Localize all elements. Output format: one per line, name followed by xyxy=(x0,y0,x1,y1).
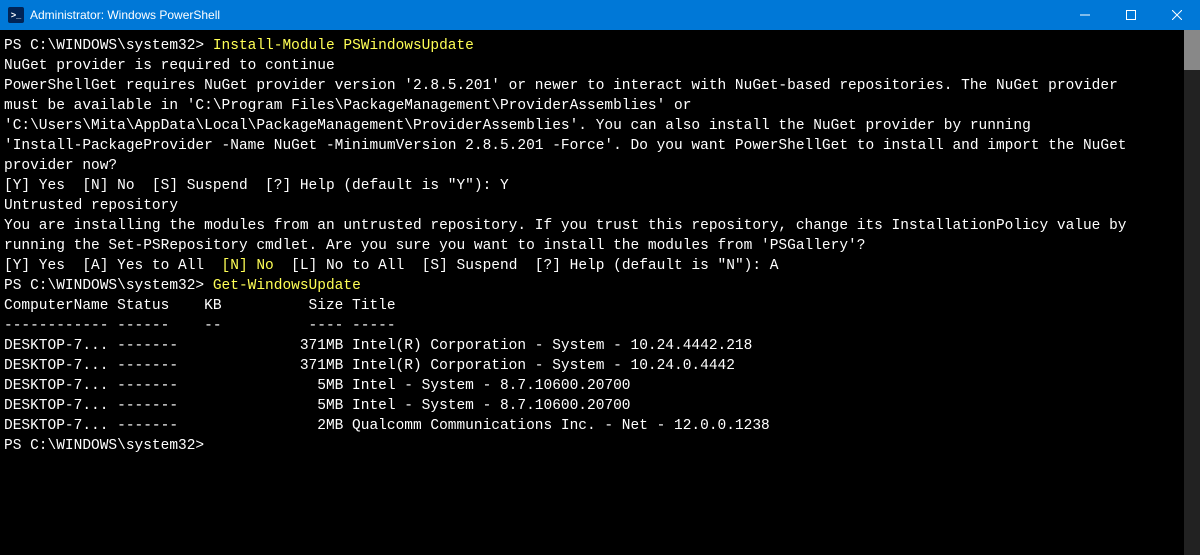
vertical-scrollbar[interactable] xyxy=(1184,30,1200,555)
table-row: DESKTOP-7... ------- 5MB Intel - System … xyxy=(4,396,1196,416)
scrollbar-thumb[interactable] xyxy=(1184,30,1200,70)
prompt: PS C:\WINDOWS\system32> xyxy=(4,278,213,294)
output-line: 'C:\Users\Mita\AppData\Local\PackageMana… xyxy=(4,116,1196,136)
terminal-output[interactable]: PS C:\WINDOWS\system32> Install-Module P… xyxy=(0,30,1200,555)
maximize-button[interactable] xyxy=(1108,0,1154,30)
table-divider: ------------ ------ -- ---- ----- xyxy=(4,316,1196,336)
prompt-choice-segment: [L] No to All [S] Suspend [?] Help (defa… xyxy=(274,258,779,274)
output-line: PowerShellGet requires NuGet provider ve… xyxy=(4,76,1196,96)
minimize-button[interactable] xyxy=(1062,0,1108,30)
command-text: Get-WindowsUpdate xyxy=(213,278,361,294)
table-header: ComputerName Status KB Size Title xyxy=(4,296,1196,316)
table-row: DESKTOP-7... ------- 371MB Intel(R) Corp… xyxy=(4,356,1196,376)
output-line: Untrusted repository xyxy=(4,196,1196,216)
table-row: DESKTOP-7... ------- 371MB Intel(R) Corp… xyxy=(4,336,1196,356)
prompt-choice-segment: [Y] Yes [A] Yes to All xyxy=(4,258,222,274)
powershell-icon: >_ xyxy=(8,7,24,23)
command-text: Install-Module PSWindowsUpdate xyxy=(213,38,474,54)
table-row: DESKTOP-7... ------- 2MB Qualcomm Commun… xyxy=(4,416,1196,436)
window-title: Administrator: Windows PowerShell xyxy=(30,8,220,22)
prompt-choice-default-no: [N] No xyxy=(222,258,274,274)
close-button[interactable] xyxy=(1154,0,1200,30)
prompt: PS C:\WINDOWS\system32> xyxy=(4,38,213,54)
prompt-choice-line: [Y] Yes [N] No [S] Suspend [?] Help (def… xyxy=(4,176,1196,196)
output-line: 'Install-PackageProvider -Name NuGet -Mi… xyxy=(4,136,1196,156)
prompt: PS C:\WINDOWS\system32> xyxy=(4,438,213,454)
output-line: running the Set-PSRepository cmdlet. Are… xyxy=(4,236,1196,256)
title-bar[interactable]: >_ Administrator: Windows PowerShell xyxy=(0,0,1200,30)
output-line: must be available in 'C:\Program Files\P… xyxy=(4,96,1196,116)
table-row: DESKTOP-7... ------- 5MB Intel - System … xyxy=(4,376,1196,396)
output-line: provider now? xyxy=(4,156,1196,176)
output-line: NuGet provider is required to continue xyxy=(4,56,1196,76)
output-line: You are installing the modules from an u… xyxy=(4,216,1196,236)
window-controls xyxy=(1062,0,1200,30)
title-bar-left: >_ Administrator: Windows PowerShell xyxy=(0,7,220,23)
